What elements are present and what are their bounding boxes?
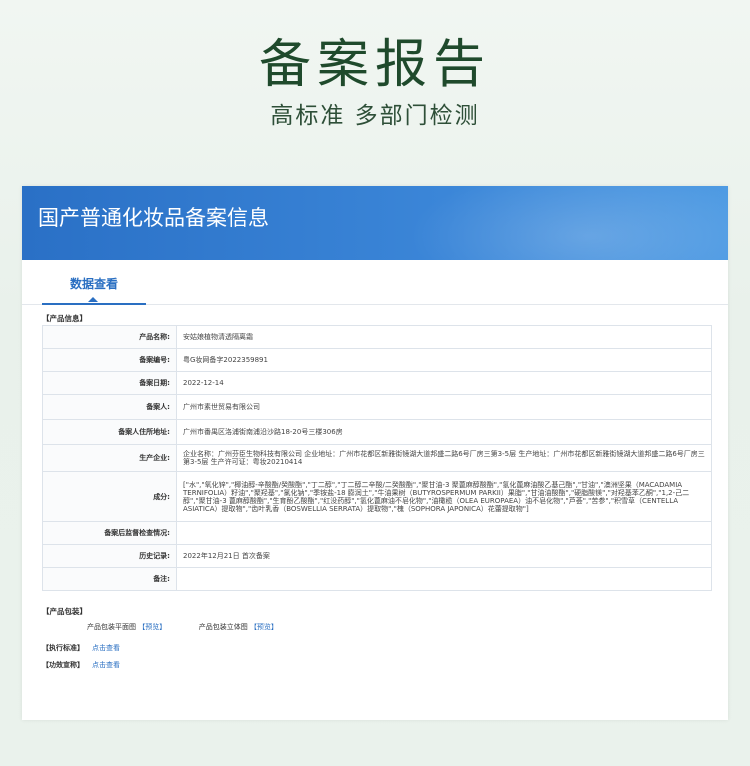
row-label: 备注:: [42, 567, 177, 591]
table-row: 备案人住所地址: 广州市番禺区洛浦街南浦沿沙路18-20号三楼306房: [42, 419, 712, 445]
table-row: 备案后监督检查情况:: [42, 521, 712, 545]
table-row: 生产企业: 企业名称：广州芬臣生物科技有限公司 企业地址：广州市花都区新雅街镜湖…: [42, 444, 712, 472]
panel-title: 国产普通化妆品备案信息: [38, 206, 269, 230]
table-row: 产品名称: 安姑娘植物清透隔离霜: [42, 325, 712, 349]
row-label: 备案人:: [42, 394, 177, 420]
row-value: ["水","氧化锌","椰油醇-辛酸酯/癸酸酯","丁二醇","丁二醇二辛酸/二…: [176, 471, 712, 522]
section-efficacy: 【功效宣称】: [42, 661, 84, 669]
row-value: 安姑娘植物清透隔离霜: [176, 325, 712, 349]
row-label: 产品名称:: [42, 325, 177, 349]
section-product-info: 【产品信息】: [42, 314, 87, 323]
section-package: 【产品包装】: [42, 607, 87, 616]
product-info-table: 产品名称: 安姑娘植物清透隔离霜 备案编号: 粤G妆网备字2022359891 …: [42, 325, 712, 591]
tab-bar: 数据查看: [22, 266, 728, 305]
row-label: 备案后监督检查情况:: [42, 521, 177, 545]
tab-indicator-caret: [88, 297, 98, 302]
row-value: 粤G妆网备字2022359891: [176, 348, 712, 372]
hero-title: 备案报告: [258, 35, 491, 95]
section-standard: 【执行标准】: [42, 644, 84, 652]
package-3d-label: 产品包装立体图: [198, 623, 248, 631]
standard-view-link[interactable]: 点击查看: [92, 644, 120, 652]
row-label: 成分:: [42, 471, 177, 522]
row-value: 广州市素世贸易有限公司: [176, 394, 712, 420]
row-label: 生产企业:: [42, 444, 177, 472]
package-links: 产品包装平面图 【预览】 产品包装立体图 【预览】: [87, 622, 278, 632]
hero-subtitle: 高标准 多部门检测: [270, 103, 480, 129]
package-flat-preview-link[interactable]: 【预览】: [138, 623, 166, 631]
package-flat-label: 产品包装平面图: [87, 623, 136, 631]
row-value: [176, 567, 712, 591]
row-value: 企业名称：广州芬臣生物科技有限公司 企业地址：广州市花都区新雅街镜湖大道邦盛二路…: [176, 444, 712, 472]
panel-banner: 国产普通化妆品备案信息: [22, 186, 728, 260]
row-value: 2022-12-14: [176, 371, 712, 395]
row-label: 备案人住所地址:: [42, 419, 177, 445]
table-row: 备案编号: 粤G妆网备字2022359891: [42, 348, 712, 372]
row-value: [176, 521, 712, 545]
table-row: 成分: ["水","氧化锌","椰油醇-辛酸酯/癸酸酯","丁二醇","丁二醇二…: [42, 471, 712, 522]
filing-info-card: 国产普通化妆品备案信息 数据查看 【产品信息】 产品名称: 安姑娘植物清透隔离霜…: [22, 186, 728, 720]
row-value: 2022年12月21日 首次备案: [176, 544, 712, 568]
table-row: 历史记录: 2022年12月21日 首次备案: [42, 544, 712, 568]
efficacy-view-link[interactable]: 点击查看: [92, 661, 120, 669]
row-label: 备案编号:: [42, 348, 177, 372]
row-value: 广州市番禺区洛浦街南浦沿沙路18-20号三楼306房: [176, 419, 712, 445]
package-3d-preview-link[interactable]: 【预览】: [250, 623, 278, 631]
table-row: 备案人: 广州市素世贸易有限公司: [42, 394, 712, 420]
table-row: 备注:: [42, 567, 712, 591]
efficacy-row: 【功效宣称】 点击查看: [42, 660, 120, 670]
table-row: 备案日期: 2022-12-14: [42, 371, 712, 395]
row-label: 备案日期:: [42, 371, 177, 395]
row-label: 历史记录:: [42, 544, 177, 568]
standard-row: 【执行标准】 点击查看: [42, 643, 120, 653]
